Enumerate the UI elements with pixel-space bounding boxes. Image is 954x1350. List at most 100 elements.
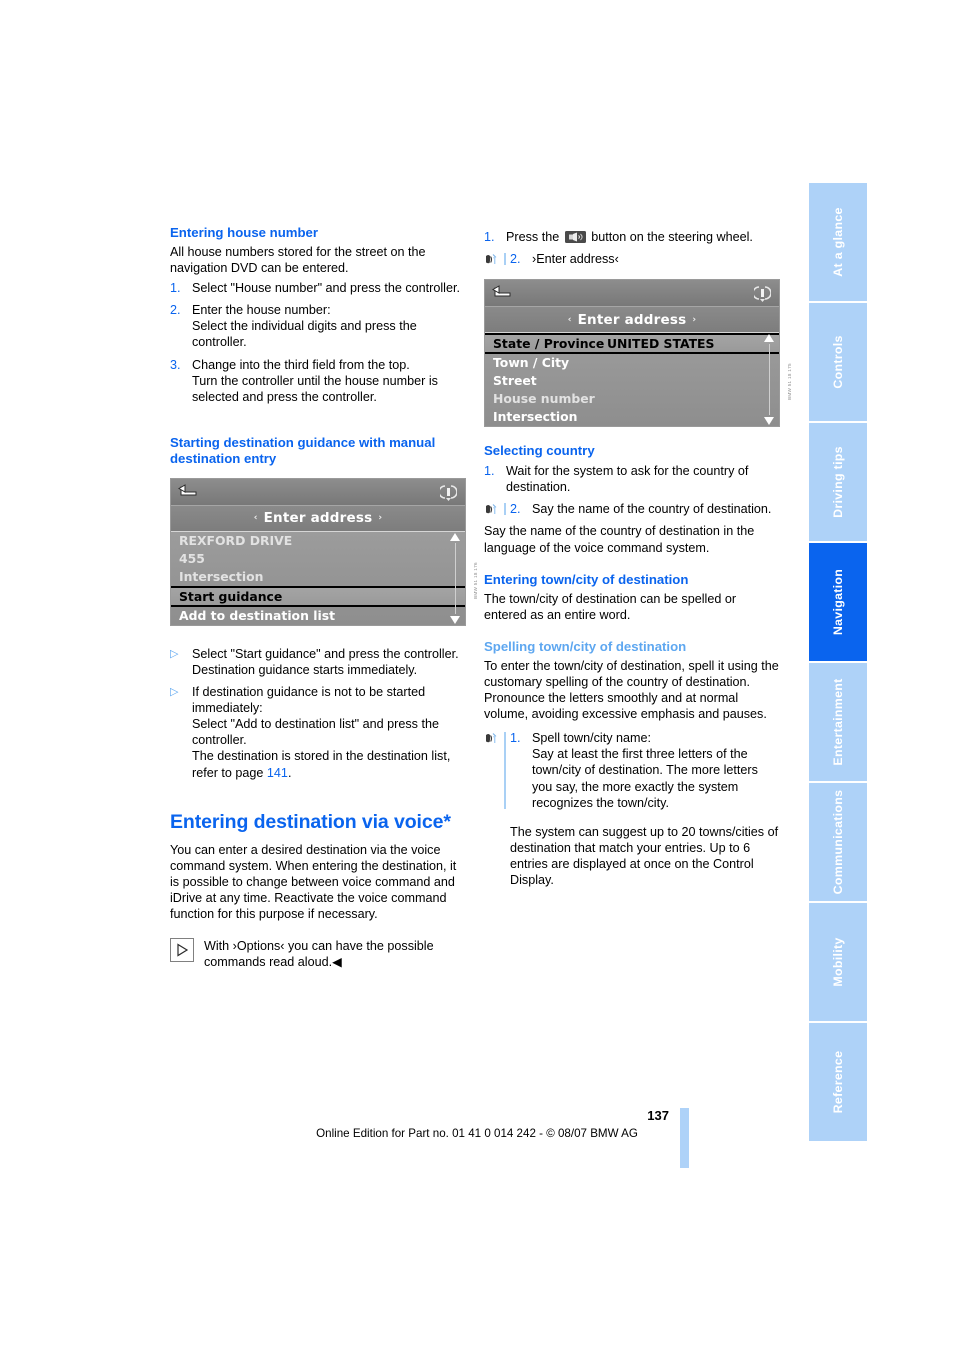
bullet-text-main: If destination guidance is not to be sta… — [192, 685, 426, 716]
step-number: 3. — [170, 357, 181, 372]
idrive-row[interactable]: Intersection — [485, 408, 779, 426]
step-number: 2. — [510, 502, 521, 517]
idrive-row[interactable]: Add to destination list — [171, 607, 465, 625]
list-item: ▷ If destination guidance is not to be s… — [170, 684, 466, 781]
idrive-row-selected[interactable]: Start guidance — [171, 585, 465, 607]
voice-step-rule — [504, 253, 506, 266]
sidebar-item-entertainment[interactable]: Entertainment — [809, 663, 867, 781]
play-triangle-icon — [170, 938, 194, 963]
voice-step-rule — [504, 503, 506, 516]
selecting-country-body: Say the name of the country of destinati… — [484, 524, 755, 555]
page-number: 137 — [647, 1108, 669, 1123]
sidebar-item-label: Reference — [831, 1050, 845, 1114]
idrive-row[interactable]: REXFORD DRIVE — [171, 532, 465, 550]
idrive-row[interactable]: Intersection — [171, 568, 465, 586]
voice-intro-text: You can enter a desired destination via … — [170, 842, 457, 921]
scroll-up-icon[interactable] — [450, 532, 460, 541]
step-number: 2. — [510, 252, 521, 267]
idrive-menu-list: State / Province UNITED STATES Town / Ci… — [485, 332, 779, 427]
page-ref-prefix: The destination is stored in the destina… — [192, 749, 451, 780]
figure-code: BMW 51 18 176 — [473, 562, 478, 599]
step-text: ›Enter address‹ — [532, 252, 619, 267]
step-text: Change into the third field from the top… — [192, 357, 466, 405]
sidebar-item-label: At a glance — [831, 207, 845, 277]
list-item: 1. Wait for the system to ask for the co… — [484, 463, 780, 495]
sidebar-item-label: Controls — [831, 335, 845, 389]
sidebar-item-communications[interactable]: Communications — [809, 783, 867, 901]
step-text: Say the name of the country of destinati… — [532, 502, 772, 517]
step-number: 1. — [484, 230, 495, 244]
steering-wheel-voice-button-icon — [564, 231, 586, 243]
bullet-text-sub2: The destination is stored in the destina… — [192, 748, 466, 780]
sidebar-item-label: Entertainment — [831, 678, 845, 766]
idrive-title-bar: ‹ Enter address › — [485, 306, 779, 333]
entering-town-city-body: The town/city of destination can be spel… — [484, 591, 737, 622]
title-right-arrow-icon[interactable]: › — [378, 513, 382, 523]
step-text-main: Enter the house number: — [192, 303, 331, 318]
sidebar-item-at-a-glance[interactable]: At a glance — [809, 183, 867, 301]
triangle-bullet-icon: ▷ — [170, 647, 179, 660]
list-item: 1. Press the button on the steering whee… — [484, 229, 780, 245]
voice-entry-steps: 1. Press the button on the steering whee… — [484, 229, 780, 267]
title-left-arrow-icon[interactable]: ‹ — [568, 315, 572, 325]
house-number-intro: All house numbers stored for the street … — [170, 245, 426, 276]
back-arrow-icon[interactable] — [492, 285, 512, 300]
scroll-track — [455, 542, 456, 614]
idrive-title-bar: ‹ Enter address › — [171, 504, 465, 531]
scroll-down-icon[interactable] — [450, 615, 460, 624]
step-text-main: Spell town/city name: — [532, 731, 651, 746]
spelling-steps: 1. Spell town/city name: Say at least th… — [484, 730, 780, 810]
voice-command-icon — [484, 502, 499, 517]
sidebar-item-label: Driving tips — [831, 446, 845, 518]
sidebar-item-controls[interactable]: Controls — [809, 303, 867, 421]
voice-command-icon — [484, 731, 499, 746]
spelling-body-1: To enter the town/city of destination, s… — [484, 658, 779, 689]
list-item: 1. Select "House number" and press the c… — [170, 280, 466, 296]
heading-entering-town-city: Entering town/city of destination — [484, 571, 689, 587]
selecting-country-steps: 1. Wait for the system to ask for the co… — [484, 463, 780, 517]
idrive-scrollbar[interactable] — [761, 333, 777, 426]
idrive-row[interactable]: Street — [485, 372, 779, 390]
step-text: Press the button on the steering wheel. — [506, 229, 780, 245]
sidebar-item-label: Navigation — [831, 568, 845, 636]
bullet-text: If destination guidance is not to be sta… — [192, 684, 466, 781]
idrive-row-selected[interactable]: State / Province UNITED STATES — [485, 333, 779, 355]
heading-selecting-country: Selecting country — [484, 443, 595, 459]
idrive-screen-enter-address: ‹ Enter address › State / Province UNITE… — [484, 279, 792, 428]
step-number: 1. — [170, 281, 181, 296]
list-item: ▷ Select "Start guidance" and press the … — [170, 646, 466, 678]
house-number-steps: 1. Select "House number" and press the c… — [170, 280, 466, 405]
step-number: 1. — [510, 731, 521, 746]
idrive-scrollbar[interactable] — [447, 532, 463, 625]
list-item-voice: 1. Spell town/city name: Say at least th… — [484, 730, 780, 810]
bullet-text-sub: Destination guidance starts immediately. — [192, 662, 418, 677]
idrive-title-text: Enter address — [263, 510, 373, 527]
scroll-up-icon[interactable] — [764, 334, 774, 343]
left-column: Entering house number All house numbers … — [170, 225, 478, 970]
sidebar-item-navigation[interactable]: Navigation — [809, 543, 867, 661]
scroll-track — [769, 344, 770, 416]
sidebar-item-label: Communications — [831, 789, 845, 895]
page-reference-link[interactable]: 141 — [267, 766, 288, 780]
sidebar-item-driving-tips[interactable]: Driving tips — [809, 423, 867, 541]
idrive-screen-manual-entry: ‹ Enter address › REXFORD DRIVE 455 Inte… — [170, 477, 478, 626]
heading-spelling-town-city: Spelling town/city of destination — [484, 638, 687, 654]
idrive-row[interactable]: House number — [485, 390, 779, 408]
back-arrow-icon[interactable] — [178, 483, 198, 499]
bullet-text-main: Select "Start guidance" and press the co… — [192, 646, 459, 661]
idrive-row[interactable]: Town / City — [485, 354, 779, 372]
sidebar-item-mobility[interactable]: Mobility — [809, 903, 867, 1021]
scroll-down-icon[interactable] — [764, 417, 774, 426]
sidebar-item-reference[interactable]: Reference — [809, 1023, 867, 1141]
step-text-sub: Select the individual digits and press t… — [192, 319, 417, 350]
step-text: Enter the house number: Select the indiv… — [192, 302, 466, 350]
step-text-sub: Turn the controller until the house numb… — [192, 373, 438, 404]
page-ref-suffix: . — [287, 765, 292, 780]
step-text: Spell town/city name: Say at least the f… — [532, 730, 780, 810]
list-item-voice: 2. Say the name of the country of destin… — [484, 501, 780, 517]
title-left-arrow-icon[interactable]: ‹ — [254, 513, 258, 523]
title-right-arrow-icon[interactable]: › — [692, 315, 696, 325]
figure-code: BMW 51 18 175 — [787, 363, 792, 401]
step-number: 1. — [484, 464, 495, 479]
idrive-row[interactable]: 455 — [171, 550, 465, 568]
